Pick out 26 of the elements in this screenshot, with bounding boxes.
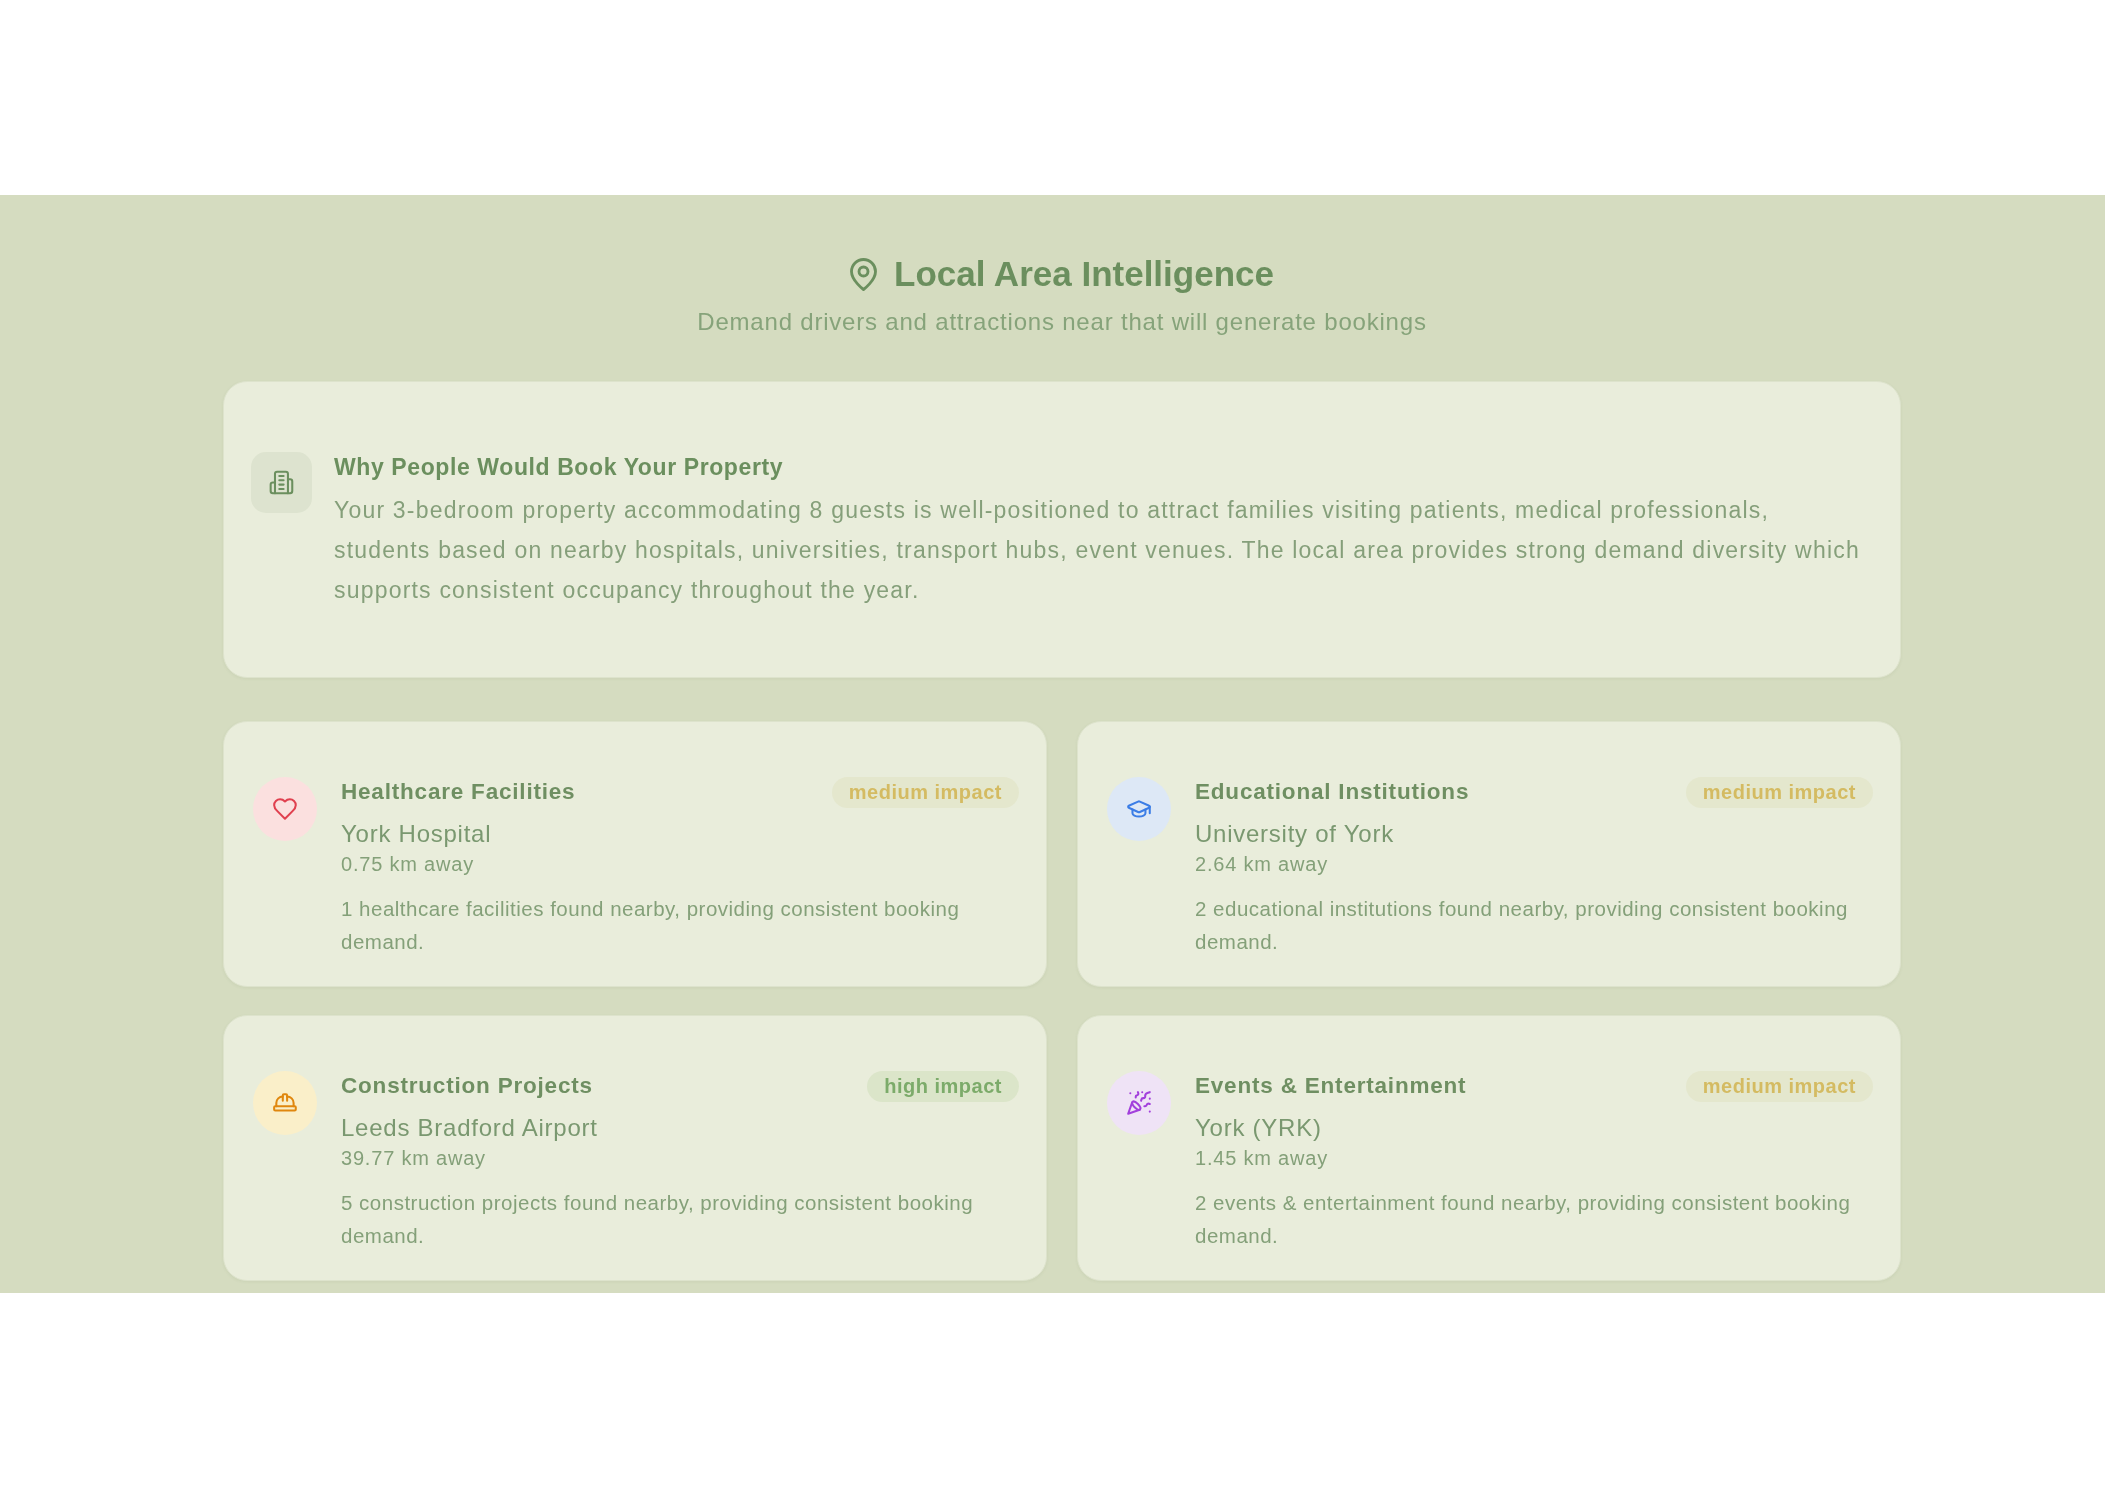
section-subtitle: Demand drivers and attractions near that will generate bookings (697, 307, 1427, 337)
card-title: Events & Entertainment (1195, 1072, 1467, 1100)
distance-text: 2.64 km away (1195, 852, 1329, 877)
description-text: 1 healthcare facilities found nearby, providing consistent booking demand. (341, 896, 961, 955)
summary-text: Your 3-bedroom property accommodating 8 guests is well-positioned to attract families visiting patients, medical professionals, students based on nearby hospitals, universities, transport hubs, event venues. The local area provides strong demand diversity which supports consistent occupancy throughout the year. (334, 496, 1861, 605)
description-text: 2 educational institutions found nearby, providing consistent booking demand. (1195, 896, 1849, 955)
card-title: Healthcare Facilities (341, 778, 576, 806)
place-name: York Hospital (341, 819, 493, 849)
place-name: University of York (1195, 819, 1395, 849)
summary-title: Why People Would Book Your Property (334, 453, 785, 482)
card-title: Construction Projects (341, 1072, 593, 1100)
impact-badge: medium impact (1685, 1071, 1873, 1102)
section-title: Local Area Intelligence (894, 253, 1274, 295)
impact-badge: medium impact (1685, 777, 1873, 808)
card-title: Educational Institutions (1195, 778, 1470, 806)
description-text: 5 construction projects found nearby, providing consistent booking demand. (341, 1190, 975, 1249)
impact-badge: medium impact (831, 777, 1019, 808)
place-name: York (YRK) (1195, 1113, 1323, 1143)
impact-badge: high impact (867, 1071, 1019, 1102)
distance-text: 39.77 km away (341, 1146, 487, 1171)
distance-text: 0.75 km away (341, 852, 475, 877)
description-text: 2 events & entertainment found nearby, providing consistent booking demand. (1195, 1190, 1852, 1249)
map-pin-icon (850, 257, 877, 291)
distance-text: 1.45 km away (1195, 1146, 1329, 1171)
building-icon (251, 452, 312, 513)
place-name: Leeds Bradford Airport (341, 1113, 599, 1143)
